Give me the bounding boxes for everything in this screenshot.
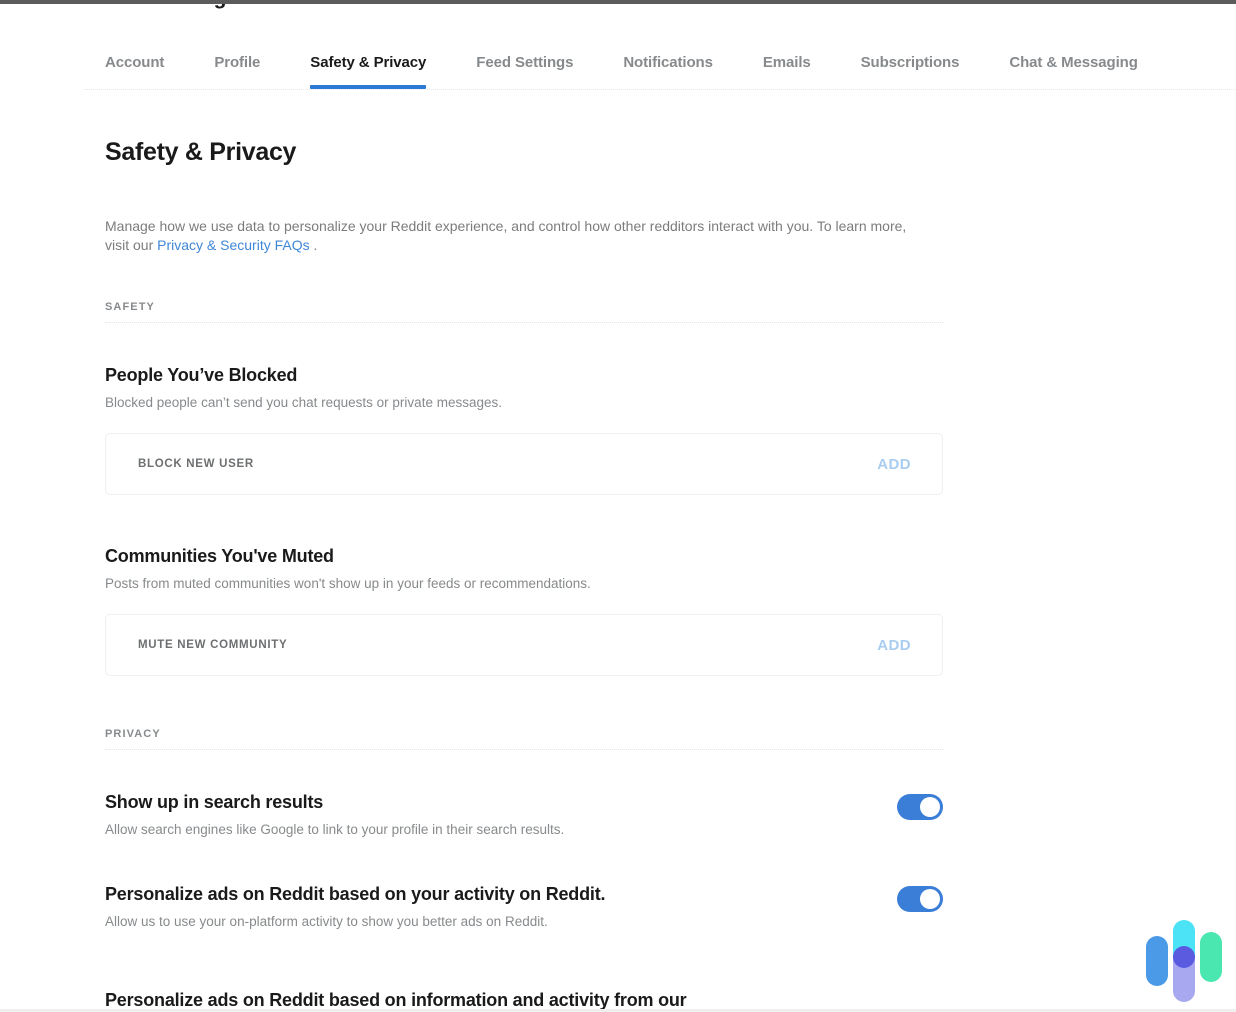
tab-label: Emails [763, 54, 811, 71]
settings-tab-bar: Account Profile Safety & Privacy Feed Se… [84, 36, 1236, 90]
tab-label: Safety & Privacy [310, 54, 426, 71]
setting-subtitle: Allow search engines like Google to link… [105, 821, 823, 839]
setting-personalize-ads-partners-title: Personalize ads on Reddit based on infor… [105, 990, 825, 1011]
setting-subtitle: Blocked people can’t send you chat reque… [105, 394, 823, 412]
setting-communities-youve-muted: Communities You've Muted Posts from mute… [105, 544, 943, 593]
setting-title: People You’ve Blocked [105, 363, 823, 387]
toggle-knob [920, 797, 940, 817]
setting-title: Communities You've Muted [105, 544, 823, 568]
section-heading: Safety & Privacy [105, 138, 943, 167]
widget-dot-indigo [1173, 946, 1195, 968]
tab-feed-settings[interactable]: Feed Settings [476, 36, 573, 89]
tab-chat-messaging[interactable]: Chat & Messaging [1009, 36, 1137, 89]
setting-title: Personalize ads on Reddit based on your … [105, 882, 823, 906]
tab-label: Profile [214, 54, 260, 71]
setting-title: Show up in search results [105, 790, 823, 814]
tab-label: Account [105, 54, 164, 71]
mute-new-community-input[interactable] [106, 639, 877, 651]
setting-show-up-in-search-results: Show up in search results Allow search e… [105, 790, 943, 839]
tab-label: Subscriptions [861, 54, 960, 71]
mute-new-community-add-button[interactable]: ADD [877, 637, 942, 654]
tab-notifications[interactable]: Notifications [623, 36, 713, 89]
block-new-user-add-button[interactable]: ADD [877, 456, 942, 473]
toggle-personalize-ads-activity[interactable] [897, 886, 943, 912]
tab-account[interactable]: Account [105, 36, 164, 89]
description-text-after: . [310, 237, 318, 253]
privacy-security-faqs-link[interactable]: Privacy & Security FAQs [157, 237, 309, 253]
group-header-safety: SAFETY [105, 301, 943, 323]
settings-page: User Settings Account Profile Safety & P… [0, 0, 1236, 1012]
toggle-show-up-in-search-results[interactable] [897, 794, 943, 820]
setting-personalize-ads-activity: Personalize ads on Reddit based on your … [105, 882, 943, 931]
block-new-user-box: ADD [105, 433, 943, 495]
tab-label: Notifications [623, 54, 713, 71]
browser-chrome-bar [0, 0, 1236, 4]
group-header-privacy: PRIVACY [105, 728, 943, 750]
toggle-knob [920, 889, 940, 909]
tab-label: Feed Settings [476, 54, 573, 71]
tab-safety-privacy[interactable]: Safety & Privacy [310, 36, 426, 89]
tab-profile[interactable]: Profile [214, 36, 260, 89]
tab-emails[interactable]: Emails [763, 36, 811, 89]
settings-content: Safety & Privacy Manage how we use data … [105, 90, 943, 931]
setting-subtitle: Posts from muted communities won't show … [105, 575, 823, 593]
block-new-user-input[interactable] [106, 458, 877, 470]
tab-subscriptions[interactable]: Subscriptions [861, 36, 960, 89]
tab-label: Chat & Messaging [1009, 54, 1137, 71]
widget-bar-green [1200, 932, 1222, 982]
floating-brand-widget[interactable] [1143, 910, 1225, 1002]
section-description: Manage how we use data to personalize yo… [105, 217, 920, 255]
setting-subtitle: Allow us to use your on-platform activit… [105, 913, 823, 931]
widget-bar-blue [1146, 936, 1168, 986]
setting-people-youve-blocked: People You’ve Blocked Blocked people can… [105, 363, 943, 412]
mute-new-community-box: ADD [105, 614, 943, 676]
